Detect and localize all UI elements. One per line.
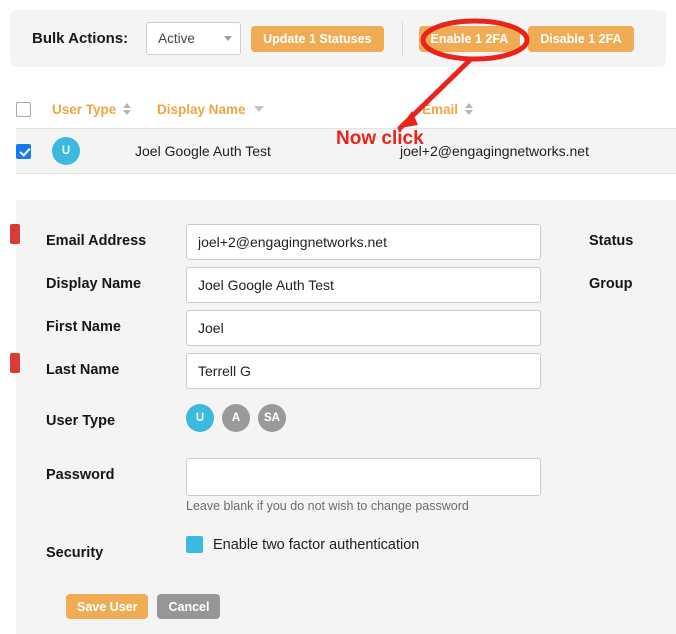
label-first-name: First Name	[46, 319, 121, 335]
first-name-input[interactable]	[186, 310, 541, 346]
disable-2fa-button[interactable]: Disable 1 2FA	[528, 25, 634, 52]
select-all-checkbox[interactable]	[16, 101, 31, 117]
avatar: U	[52, 137, 80, 165]
enable-2fa-checkbox[interactable]	[186, 536, 203, 553]
user-edit-form: Email Address Status Display Name Group …	[10, 200, 676, 634]
side-label-status: Status	[589, 233, 634, 249]
column-header-email-label: Email	[422, 101, 459, 117]
update-statuses-button[interactable]: Update 1 Statuses	[251, 25, 384, 52]
form-row-first-name: First Name	[16, 310, 676, 346]
label-password: Password	[46, 467, 115, 483]
form-row-password: Password Leave blank if you do not wish …	[16, 458, 676, 513]
last-name-input[interactable]	[186, 353, 541, 389]
form-row-email-address: Email Address Status	[10, 224, 676, 260]
save-user-button[interactable]: Save User	[66, 594, 149, 619]
annotation-label: Now click	[336, 128, 424, 149]
toolbar-divider	[401, 21, 403, 56]
sort-both-icon	[465, 103, 474, 115]
bulk-status-select[interactable]: Active	[146, 22, 242, 55]
sort-both-icon	[123, 103, 132, 115]
bulk-status-select-value: Active	[158, 31, 195, 46]
column-header-user-type[interactable]: User Type	[52, 102, 157, 117]
chevron-down-icon	[224, 36, 233, 41]
required-marker-icon	[10, 224, 20, 244]
cancel-button[interactable]: Cancel	[157, 594, 221, 619]
column-header-email[interactable]: Email	[422, 102, 676, 117]
label-last-name: Last Name	[46, 362, 120, 378]
label-user-type: User Type	[46, 413, 116, 429]
user-management-page: Bulk Actions: Active Update 1 Statuses E…	[0, 0, 676, 634]
column-header-display-name[interactable]: Display Name	[157, 102, 422, 117]
row-select-checkbox[interactable]	[16, 143, 31, 159]
sort-descending-icon	[253, 106, 264, 112]
table-header-select-cell	[16, 101, 52, 117]
column-header-display-name-label: Display Name	[157, 101, 246, 117]
user-type-option-u[interactable]: U	[186, 404, 214, 432]
table-header-row: User Type Display Name Email	[16, 90, 676, 129]
form-row-last-name: Last Name	[10, 353, 676, 389]
form-actions: Save User Cancel	[16, 594, 676, 619]
label-security: Security	[46, 545, 104, 561]
required-marker-icon	[10, 353, 20, 373]
form-row-user-type: User Type U A SA	[16, 404, 676, 432]
user-type-option-a[interactable]: A	[222, 404, 250, 432]
side-label-group: Group	[589, 276, 633, 292]
password-input[interactable]	[186, 458, 541, 496]
row-email: joel+2@engagingnetworks.net	[400, 143, 589, 159]
label-email-address: Email Address	[46, 233, 147, 249]
enable-2fa-button[interactable]: Enable 1 2FA	[418, 25, 521, 52]
display-name-input[interactable]	[186, 267, 541, 303]
user-type-selector: U A SA	[186, 404, 286, 432]
bulk-actions-bar: Bulk Actions: Active Update 1 Statuses E…	[10, 10, 666, 67]
label-display-name: Display Name	[46, 276, 142, 292]
form-row-display-name: Display Name Group	[16, 267, 676, 303]
column-header-user-type-label: User Type	[52, 101, 117, 117]
form-row-security: Security Enable two factor authenticatio…	[16, 536, 676, 561]
user-type-option-sa[interactable]: SA	[258, 404, 286, 432]
password-hint: Leave blank if you do not wish to change…	[186, 499, 469, 513]
bulk-actions-label: Bulk Actions:	[32, 30, 129, 47]
email-address-input[interactable]	[186, 224, 541, 260]
enable-2fa-checkbox-label: Enable two factor authentication	[213, 536, 420, 553]
